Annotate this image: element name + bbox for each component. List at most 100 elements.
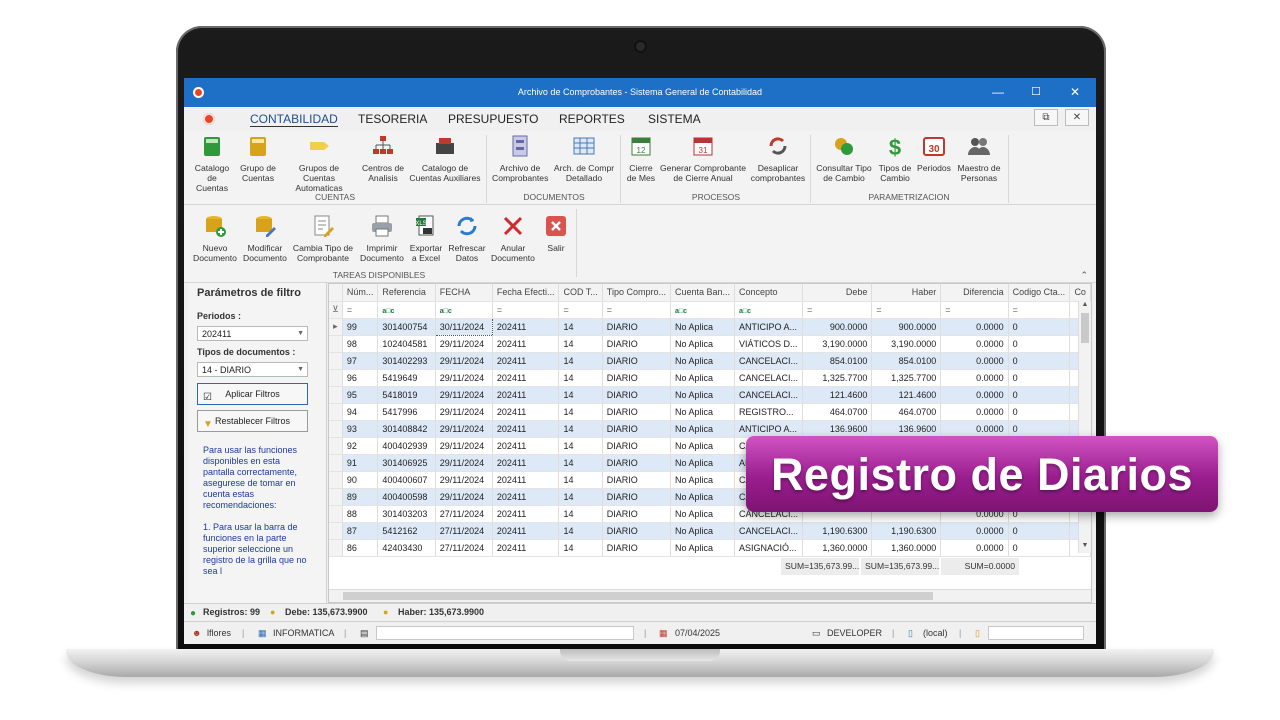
table-cell[interactable]: 854.0100: [871, 352, 942, 370]
table-cell[interactable]: 0: [1008, 335, 1071, 353]
table-cell[interactable]: No Aplica: [670, 352, 736, 370]
table-cell[interactable]: 202411: [492, 420, 560, 438]
table-cell[interactable]: CANCELACI...: [734, 522, 804, 540]
catalogo-cuentas-auxiliares-button[interactable]: Catalogo de Cuentas Auxiliares: [408, 133, 482, 183]
table-cell[interactable]: 29/11/2024: [435, 335, 493, 353]
hscroll-thumb[interactable]: [343, 592, 933, 600]
table-cell[interactable]: 30/11/2024: [434, 317, 493, 336]
horizontal-scrollbar[interactable]: [329, 589, 1091, 602]
maestro-personas-button[interactable]: Maestro de Personas: [954, 133, 1004, 183]
table-cell[interactable]: 1,325.7700: [802, 369, 873, 387]
centros-analisis-button[interactable]: Centros de Analisis: [360, 133, 406, 183]
table-cell[interactable]: ANTICIPO A...: [734, 420, 804, 438]
table-cell[interactable]: 98: [342, 335, 379, 353]
table-cell[interactable]: DIARIO: [602, 335, 671, 353]
table-cell[interactable]: 400400607: [377, 471, 436, 489]
table-cell[interactable]: 90: [342, 471, 379, 489]
archivo-comprobantes-button[interactable]: Archivo de Comprobantes: [492, 133, 548, 183]
table-cell[interactable]: 464.0700: [871, 403, 942, 421]
table-cell[interactable]: 900.0000: [871, 318, 942, 336]
row-indicator[interactable]: [329, 437, 343, 455]
table-cell[interactable]: 97: [342, 352, 379, 370]
imprimir-documento-button[interactable]: Imprimir Documento: [358, 213, 406, 263]
row-indicator[interactable]: [329, 471, 343, 489]
row-indicator[interactable]: [329, 420, 343, 438]
modificar-documento-button[interactable]: Modificar Documento: [240, 213, 290, 263]
table-cell[interactable]: 464.0700: [802, 403, 873, 421]
column-filter-cell[interactable]: =: [492, 301, 560, 319]
table-cell[interactable]: 86: [342, 539, 379, 557]
table-cell[interactable]: 27/11/2024: [435, 539, 493, 557]
table-cell[interactable]: 0: [1008, 420, 1071, 438]
table-cell[interactable]: 0: [1008, 386, 1071, 404]
table-cell[interactable]: 3,190.0000: [871, 335, 942, 353]
column-header[interactable]: Tipo Compro...: [602, 284, 671, 302]
row-indicator[interactable]: [329, 454, 343, 472]
table-cell[interactable]: 14: [558, 386, 603, 404]
menu-tesoreria[interactable]: TESORERIA: [358, 112, 427, 126]
grupos-cuentas-automaticas-button[interactable]: Grupos de Cuentas Automaticas: [282, 133, 356, 193]
column-filter-cell[interactable]: a□c: [670, 301, 736, 319]
row-indicator[interactable]: [329, 522, 343, 540]
table-cell[interactable]: No Aplica: [670, 437, 736, 455]
table-cell[interactable]: 0.0000: [940, 539, 1009, 557]
table-cell[interactable]: 400400598: [377, 488, 436, 506]
table-cell[interactable]: CANCELACI...: [734, 352, 804, 370]
table-cell[interactable]: 14: [558, 437, 603, 455]
table-cell[interactable]: No Aplica: [670, 403, 736, 421]
table-cell[interactable]: No Aplica: [670, 335, 736, 353]
table-cell[interactable]: 202411: [492, 437, 560, 455]
table-cell[interactable]: 136.9600: [802, 420, 873, 438]
table-row[interactable]: 96 5419649 29/11/2024 202411 14 DIARIO No Apli…: [329, 369, 1091, 387]
menu-sistema[interactable]: SISTEMA: [648, 112, 701, 126]
column-filter-cell[interactable]: a□c: [435, 301, 493, 319]
column-filter-cell[interactable]: a□c: [734, 301, 804, 319]
table-cell[interactable]: 5412162: [377, 522, 436, 540]
table-cell[interactable]: 93: [342, 420, 379, 438]
table-cell[interactable]: DIARIO: [602, 420, 671, 438]
table-cell[interactable]: 0.0000: [940, 369, 1009, 387]
scroll-down-icon[interactable]: ▼: [1079, 542, 1091, 553]
table-cell[interactable]: 29/11/2024: [435, 488, 493, 506]
table-cell[interactable]: 0.0000: [940, 420, 1009, 438]
table-cell[interactable]: 42403430: [377, 539, 436, 557]
row-indicator[interactable]: [329, 386, 343, 404]
column-filter-cell[interactable]: =: [558, 301, 603, 319]
desaplicar-comprobantes-button[interactable]: Desaplicar comprobantes: [748, 133, 808, 183]
tipos-cambio-button[interactable]: $ Tipos de Cambio: [876, 133, 914, 183]
cierre-mes-button[interactable]: 12 Cierre de Mes: [624, 133, 658, 183]
table-cell[interactable]: DIARIO: [602, 318, 671, 336]
table-cell[interactable]: 202411: [492, 369, 560, 387]
table-cell[interactable]: 0: [1008, 352, 1071, 370]
table-cell[interactable]: DIARIO: [602, 352, 671, 370]
tipos-documentos-combo[interactable]: 14 - DIARIO ▼: [197, 362, 308, 377]
row-indicator[interactable]: [329, 505, 343, 523]
column-header[interactable]: FECHA: [435, 284, 493, 302]
table-cell[interactable]: 5419649: [377, 369, 436, 387]
table-cell[interactable]: 0.0000: [940, 403, 1009, 421]
table-cell[interactable]: 900.0000: [802, 318, 873, 336]
table-cell[interactable]: No Aplica: [670, 522, 736, 540]
table-cell[interactable]: 14: [558, 335, 603, 353]
periodos-combo[interactable]: 202411 ▼: [197, 326, 308, 341]
table-cell[interactable]: 14: [558, 454, 603, 472]
table-cell[interactable]: 0.0000: [940, 352, 1009, 370]
table-row[interactable]: 94 5417996 29/11/2024 202411 14 DIARIO No Apli…: [329, 403, 1091, 421]
table-cell[interactable]: CANCELACI...: [734, 386, 804, 404]
table-cell[interactable]: No Aplica: [670, 505, 736, 523]
table-cell[interactable]: 301400754: [377, 318, 436, 336]
column-filter-cell[interactable]: a□c: [377, 301, 436, 319]
table-cell[interactable]: No Aplica: [670, 420, 736, 438]
table-cell[interactable]: No Aplica: [670, 539, 736, 557]
table-cell[interactable]: 29/11/2024: [435, 420, 493, 438]
close-child-icon[interactable]: ✕: [1065, 109, 1089, 126]
close-icon[interactable]: ✕: [1063, 84, 1087, 100]
table-cell[interactable]: 14: [558, 318, 603, 336]
table-cell[interactable]: 400402939: [377, 437, 436, 455]
grupo-cuentas-button[interactable]: Grupo de Cuentas: [238, 133, 278, 183]
table-cell[interactable]: DIARIO: [602, 454, 671, 472]
row-indicator[interactable]: [329, 403, 343, 421]
table-cell[interactable]: 5418019: [377, 386, 436, 404]
table-cell[interactable]: 0.0000: [940, 522, 1009, 540]
column-header[interactable]: Codigo Cta...: [1008, 284, 1071, 302]
